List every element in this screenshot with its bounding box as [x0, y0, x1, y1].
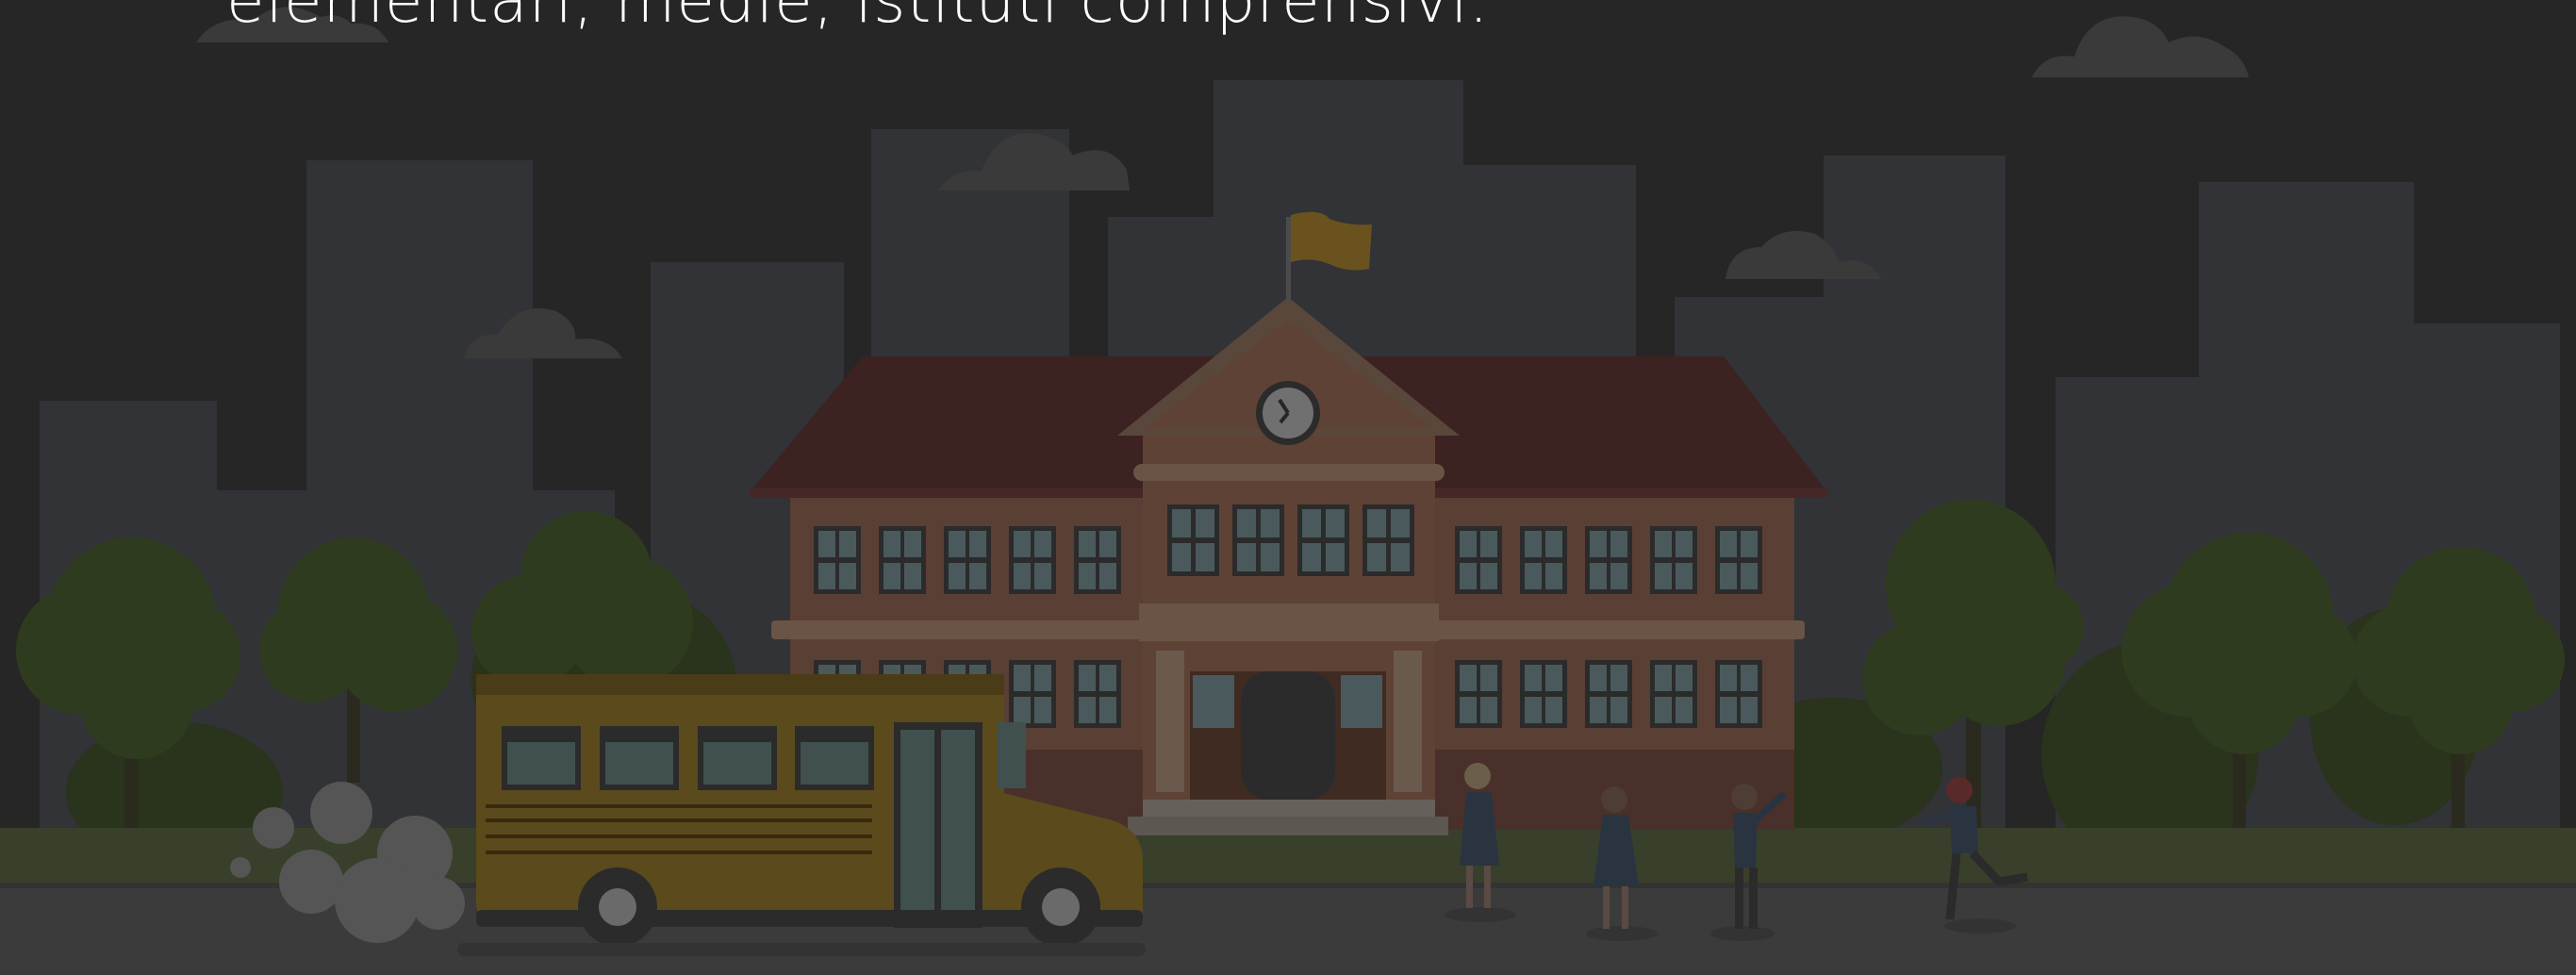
school-illustration — [0, 0, 2576, 975]
bus-wheel — [578, 868, 657, 947]
hero-headline: elementari, medie, istituti comprensivi. — [226, 0, 1490, 37]
bus-wheel — [1021, 868, 1100, 947]
